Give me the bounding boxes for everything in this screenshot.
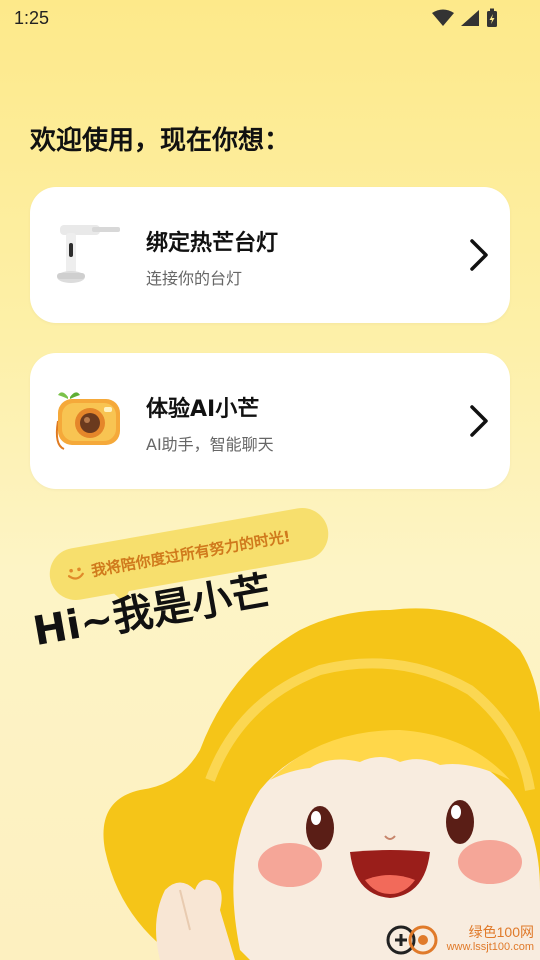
card-title: 绑定热芒台灯 (146, 231, 279, 256)
watermark-logo-icon (386, 925, 438, 955)
cell-signal-icon (461, 10, 479, 26)
battery-icon (487, 8, 497, 27)
status-time: 1:25 (14, 8, 50, 28)
page-heading: 欢迎使用，现在你想： (30, 126, 291, 156)
mascot-illustration (103, 608, 540, 960)
ai-xiaomang-card[interactable]: 体验AI小芒 AI助手，智能聊天 (30, 353, 510, 489)
status-bar: 1:25 (0, 0, 540, 36)
wifi-icon (432, 9, 454, 26)
watermark-text: 绿色100网 www.lssjt100.com (446, 924, 534, 954)
status-icons (432, 8, 498, 28)
card-title: 体验AI小芒 (146, 397, 260, 422)
camera-mascot-icon (55, 392, 120, 450)
chevron-right-icon (470, 239, 488, 271)
smile-icon (67, 567, 84, 580)
bind-lamp-card[interactable]: 绑定热芒台灯 连接你的台灯 (30, 187, 510, 323)
desk-lamp-icon (57, 225, 120, 283)
card-subtitle: 连接你的台灯 (146, 269, 243, 288)
card-subtitle: AI助手，智能聊天 (146, 435, 274, 454)
chevron-right-icon (470, 405, 488, 437)
watermark: 绿色100网 www.lssjt100.com (385, 924, 534, 956)
